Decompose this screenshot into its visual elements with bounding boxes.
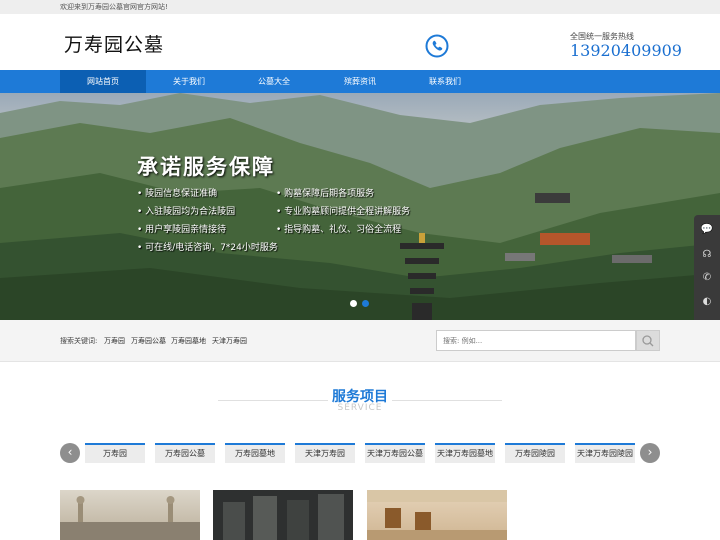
keyword-link[interactable]: 天津万寿园 <box>212 336 247 346</box>
tombstones-image <box>223 494 344 540</box>
service-image[interactable] <box>367 490 507 540</box>
banner-bullet: • 专业购墓顾问提供全程讲解服务 <box>276 207 411 217</box>
banner-bullet: • 陵园信息保证准确 <box>137 189 218 199</box>
phone-icon[interactable]: ✆ <box>700 271 714 285</box>
headset-icon[interactable]: ☊ <box>700 248 714 262</box>
prev-arrow-button[interactable]: ‹ <box>60 443 80 463</box>
keyword-link[interactable]: 万寿园墓地 <box>171 336 206 346</box>
header: 万寿园公墓 全国统一服务热线 13920409909 <box>0 14 720 70</box>
next-arrow-button[interactable]: › <box>640 443 660 463</box>
service-tab[interactable]: 万寿园 <box>85 443 145 463</box>
slider-dot-active[interactable] <box>362 300 369 307</box>
hero-banner[interactable]: 承诺服务保障 • 陵园信息保证准确 • 购墓保障后期各项服务 • 入驻陵园均为合… <box>0 93 720 320</box>
wechat-icon[interactable]: ◐ <box>700 295 714 309</box>
keyword-link[interactable]: 万寿园 <box>104 336 125 346</box>
service-image[interactable] <box>213 490 353 540</box>
banner-bullet: • 入驻陵园均为合法陵园 <box>137 207 236 217</box>
banner-bullet: • 指导购墓、礼仪、习俗全流程 <box>276 225 402 235</box>
phone-icon <box>425 34 449 58</box>
slider-dot[interactable] <box>350 300 357 307</box>
service-tab[interactable]: 天津万寿园陵园 <box>575 443 635 463</box>
search-button[interactable] <box>636 330 660 351</box>
banner-bullet: • 可在线/电话咨询，7*24小时服务 <box>137 243 278 253</box>
keyword-link[interactable]: 万寿园公墓 <box>131 336 166 346</box>
service-tab[interactable]: 天津万寿园 <box>295 443 355 463</box>
nav-item-contact[interactable]: 联系我们 <box>402 70 488 93</box>
service-tab[interactable]: 天津万寿园墓地 <box>435 443 495 463</box>
search-icon <box>642 335 654 347</box>
banner-title: 承诺服务保障 <box>137 155 275 179</box>
service-tab[interactable]: 万寿园陵园 <box>505 443 565 463</box>
top-welcome-bar: 欢迎来到万寿园公墓官网官方网站! <box>0 0 720 14</box>
service-tab[interactable]: 万寿园公墓 <box>155 443 215 463</box>
banner-bullet: • 购墓保障后期各项服务 <box>276 189 375 199</box>
main-nav: 网站首页 关于我们 公墓大全 殡葬资讯 联系我们 <box>0 70 720 93</box>
keywords-label: 搜索关键词: <box>60 337 98 345</box>
keyword-search-bar: 搜索关键词: 万寿园 万寿园公墓 万寿园墓地 天津万寿园 <box>0 320 720 362</box>
stone-pillars-image <box>60 496 200 540</box>
welcome-text: 欢迎来到万寿园公墓官网官方网站! <box>60 3 168 11</box>
chat-icon[interactable]: 💬 <box>700 223 714 237</box>
nav-item-cemeteries[interactable]: 公墓大全 <box>231 70 317 93</box>
nav-item-home[interactable]: 网站首页 <box>60 70 146 93</box>
search-input[interactable] <box>436 330 636 351</box>
nav-item-about[interactable]: 关于我们 <box>146 70 232 93</box>
banner-bullet: • 用户享陵园亲情接待 <box>137 225 227 235</box>
section-subtitle: SERVICE <box>337 403 383 413</box>
hotline-number[interactable]: 13920409909 <box>570 41 682 60</box>
service-tab[interactable]: 万寿园墓地 <box>225 443 285 463</box>
site-logo[interactable]: 万寿园公墓 <box>64 30 164 57</box>
service-image[interactable] <box>60 490 200 540</box>
gate-sign-image <box>367 490 507 540</box>
nav-item-news[interactable]: 殡葬资讯 <box>317 70 403 93</box>
service-tab[interactable]: 天津万寿园公墓 <box>365 443 425 463</box>
